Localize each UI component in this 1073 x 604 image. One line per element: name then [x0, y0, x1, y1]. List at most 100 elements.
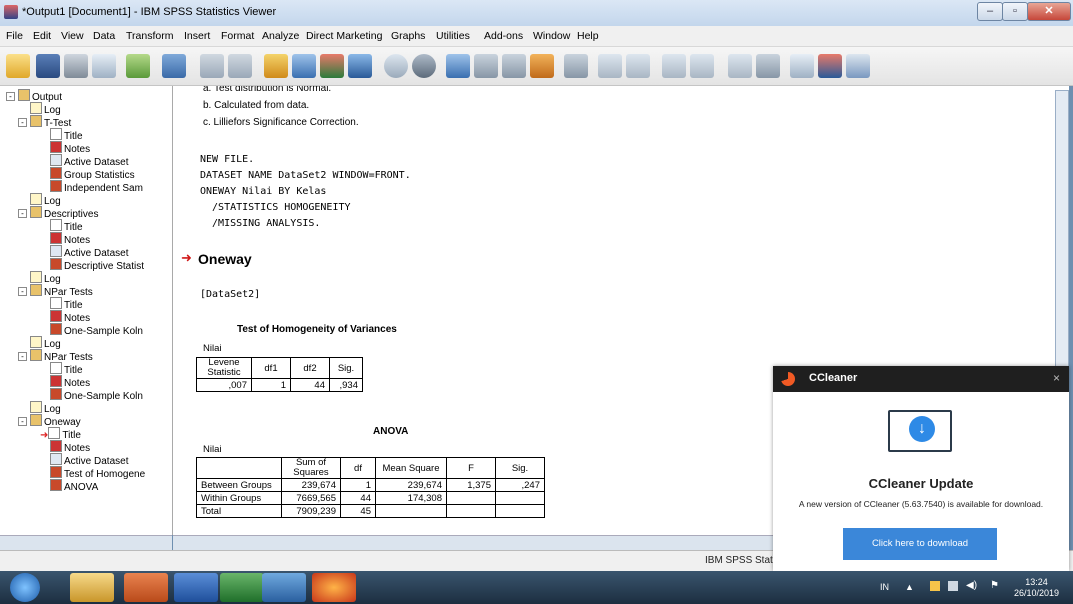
content-horizontal-scrollbar[interactable] — [173, 535, 773, 550]
system-clock[interactable]: 13:24 26/10/2019 — [1014, 577, 1059, 599]
close-icon[interactable]: × — [1053, 371, 1060, 385]
outline-node-log[interactable]: Log — [30, 271, 61, 285]
action-center-flag-icon[interactable]: ⚑ — [990, 580, 999, 591]
menu-add-ons[interactable]: Add-ons — [484, 30, 523, 42]
collapse-icon[interactable]: - — [18, 209, 27, 218]
outline-node-log[interactable]: Log — [30, 336, 61, 350]
export-icon[interactable] — [126, 54, 150, 78]
recall-dialog-icon[interactable] — [162, 54, 186, 78]
redo-icon[interactable] — [228, 54, 252, 78]
hide-icon[interactable] — [412, 54, 436, 78]
firefox-icon[interactable] — [312, 573, 356, 602]
outline-node-active-dataset[interactable]: Active Dataset — [50, 154, 128, 168]
collapse-icon[interactable]: - — [18, 118, 27, 127]
pivot-icon[interactable] — [846, 54, 870, 78]
outline-node-npar-tests[interactable]: NPar Tests — [30, 284, 93, 298]
expand-plus-icon[interactable] — [662, 54, 686, 78]
menu-window[interactable]: Window — [533, 30, 570, 42]
outline-node-one-sample-ks[interactable]: One-Sample Koln — [50, 388, 143, 402]
close-button[interactable]: ✕ — [1027, 2, 1071, 21]
menu-transform[interactable]: Transform — [126, 30, 173, 42]
start-button[interactable] — [10, 573, 40, 602]
outline-node-log[interactable]: Log — [30, 193, 61, 207]
hide-item-icon[interactable] — [756, 54, 780, 78]
goto-variable-icon[interactable] — [320, 54, 344, 78]
outline-node-t-test[interactable]: T-Test — [30, 115, 71, 129]
maximize-button[interactable]: ▫ — [1002, 2, 1028, 21]
menu-edit[interactable]: Edit — [33, 30, 51, 42]
outline-node-title-selected[interactable]: ➜ Title — [40, 427, 81, 441]
tray-app-icon[interactable] — [930, 581, 940, 591]
outline-node-notes[interactable]: Notes — [50, 375, 90, 389]
outline-node-output[interactable]: Output — [18, 89, 62, 103]
outline-horizontal-scrollbar[interactable] — [0, 535, 172, 550]
word-icon[interactable] — [174, 573, 218, 602]
outline-node-title[interactable]: Title — [50, 128, 83, 142]
insert-title-icon[interactable] — [530, 54, 554, 78]
menu-view[interactable]: View — [61, 30, 84, 42]
variables-icon[interactable] — [348, 54, 372, 78]
menu-utilities[interactable]: Utilities — [436, 30, 470, 42]
outline-node-notes[interactable]: Notes — [50, 232, 90, 246]
goto-data-icon[interactable] — [264, 54, 288, 78]
outline-node-active-dataset[interactable]: Active Dataset — [50, 453, 128, 467]
outline-node-notes[interactable]: Notes — [50, 141, 90, 155]
show-all-icon[interactable] — [384, 54, 408, 78]
powerpoint-icon[interactable] — [124, 573, 168, 602]
menu-graphs[interactable]: Graphs — [391, 30, 425, 42]
outline-node-log[interactable]: Log — [30, 401, 61, 415]
collapse-minus-icon[interactable] — [690, 54, 714, 78]
demote-icon[interactable] — [474, 54, 498, 78]
menu-file[interactable]: File — [6, 30, 23, 42]
minimize-button[interactable]: – — [977, 2, 1003, 21]
show-item-icon[interactable] — [728, 54, 752, 78]
network-icon[interactable] — [948, 581, 958, 591]
outline-node-active-dataset[interactable]: Active Dataset — [50, 245, 128, 259]
show-hidden-icons-icon[interactable]: ▲ — [905, 582, 914, 592]
outline-node-test-of-homogeneity[interactable]: Test of Homogene — [50, 466, 145, 480]
menu-help[interactable]: Help — [577, 30, 599, 42]
outline-node-npar-tests[interactable]: NPar Tests — [30, 349, 93, 363]
menu-direct-marketing[interactable]: Direct Marketing — [306, 30, 382, 42]
outline-node-descriptive-statistics[interactable]: Descriptive Statist — [50, 258, 144, 272]
open-folder-icon[interactable] — [6, 54, 30, 78]
spss-taskbar-icon[interactable] — [262, 573, 306, 602]
designate-window-icon[interactable] — [790, 54, 814, 78]
arrow-right-icon[interactable] — [626, 54, 650, 78]
outline-node-one-sample-ks[interactable]: One-Sample Koln — [50, 323, 143, 337]
outline-node-descriptives[interactable]: Descriptives — [30, 206, 98, 220]
outline-node-notes[interactable]: Notes — [50, 440, 90, 454]
menu-data[interactable]: Data — [93, 30, 115, 42]
collapse-icon[interactable]: - — [18, 352, 27, 361]
collapse-icon[interactable]: - — [18, 287, 27, 296]
menu-format[interactable]: Format — [221, 30, 254, 42]
outline-node-title[interactable]: Title — [50, 362, 83, 376]
menu-analyze[interactable]: Analyze — [262, 30, 299, 42]
outline-node-oneway[interactable]: Oneway — [30, 414, 81, 428]
chart-builder-icon[interactable] — [818, 54, 842, 78]
file-explorer-icon[interactable] — [70, 573, 114, 602]
outline-node-title[interactable]: Title — [50, 297, 83, 311]
excel-icon[interactable] — [220, 573, 264, 602]
language-indicator[interactable]: IN — [880, 582, 889, 592]
outline-node-log[interactable]: Log — [30, 102, 61, 116]
promote-icon[interactable] — [446, 54, 470, 78]
print-preview-icon[interactable] — [92, 54, 116, 78]
outline-node-notes[interactable]: Notes — [50, 310, 90, 324]
collapse-icon[interactable]: - — [18, 417, 27, 426]
print-icon[interactable] — [64, 54, 88, 78]
insert-heading-icon[interactable] — [502, 54, 526, 78]
outline-node-title[interactable]: Title — [50, 219, 83, 233]
collapse-icon[interactable]: - — [6, 92, 15, 101]
download-button[interactable]: Click here to download — [843, 528, 997, 560]
goto-case-icon[interactable] — [292, 54, 316, 78]
outline-node-group-statistics[interactable]: Group Statistics — [50, 167, 135, 181]
undo-icon[interactable] — [200, 54, 224, 78]
outline-node-anova[interactable]: ANOVA — [50, 479, 98, 493]
save-icon[interactable] — [36, 54, 60, 78]
menu-insert[interactable]: Insert — [184, 30, 210, 42]
volume-icon[interactable]: ◀) — [966, 580, 977, 591]
arrow-left-icon[interactable] — [598, 54, 622, 78]
outline-node-independent-samples[interactable]: Independent Sam — [50, 180, 143, 194]
insert-text-icon[interactable] — [564, 54, 588, 78]
